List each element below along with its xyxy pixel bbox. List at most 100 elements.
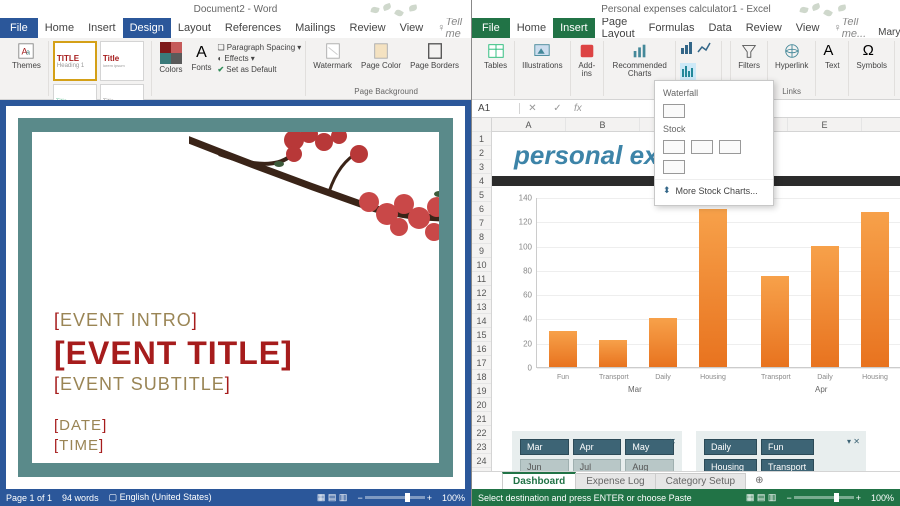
style-set[interactable]: TITLEHeading 1 — [53, 41, 97, 81]
zoom-label[interactable]: 100% — [871, 493, 894, 503]
row-header[interactable]: 4 — [472, 174, 491, 188]
paragraph-spacing[interactable]: ❏ Paragraph Spacing ▾ — [218, 43, 302, 52]
row-header[interactable]: 14 — [472, 314, 491, 328]
slicer-item[interactable]: Housing — [704, 459, 757, 471]
month-slicer[interactable]: ▾ ✕ Mar Apr May Jun Jul Aug — [512, 431, 682, 471]
tell-me[interactable]: ♀ Tell me — [430, 18, 469, 38]
slicer-item[interactable]: Jun — [520, 459, 569, 471]
tab-home[interactable]: Home — [510, 18, 553, 38]
row-header[interactable]: 8 — [472, 230, 491, 244]
tab-references[interactable]: References — [218, 18, 288, 38]
row-header[interactable]: 11 — [472, 272, 491, 286]
zoom-slider[interactable]: − + — [357, 493, 432, 503]
col-header[interactable]: A — [492, 118, 566, 131]
file-tab[interactable]: File — [472, 18, 510, 38]
tab-view[interactable]: View — [393, 18, 431, 38]
stock-chart-option[interactable] — [691, 140, 713, 154]
add-sheet-button[interactable]: ⊕ — [745, 473, 773, 488]
waterfall-chart-option[interactable] — [663, 104, 685, 118]
slicer-item[interactable]: Mar — [520, 439, 569, 455]
page-borders-button[interactable]: Page Borders — [407, 41, 462, 71]
filters-button[interactable]: Filters — [735, 41, 763, 71]
row-header[interactable]: 17 — [472, 356, 491, 370]
row-header[interactable]: 16 — [472, 342, 491, 356]
user-name[interactable]: Mary Branscombe — [873, 27, 900, 38]
row-header[interactable]: 15 — [472, 328, 491, 342]
stock-chart-option[interactable] — [719, 140, 741, 154]
colors-button[interactable]: Colors — [156, 41, 185, 75]
page-indicator[interactable]: Page 1 of 1 — [6, 493, 52, 503]
row-header[interactable]: 2 — [472, 146, 491, 160]
row-header[interactable]: 24 — [472, 454, 491, 468]
language-indicator[interactable]: ▢ English (United States) — [109, 492, 212, 503]
row-header[interactable]: 3 — [472, 160, 491, 174]
hyperlink-button[interactable]: Hyperlink — [772, 41, 811, 71]
fx-icon[interactable]: fx — [570, 103, 586, 114]
text-button[interactable]: AText — [820, 41, 844, 71]
illustrations-button[interactable]: Illustrations — [519, 41, 565, 71]
event-intro[interactable]: [Event Intro] — [54, 310, 417, 331]
tab-formulas[interactable]: Formulas — [642, 18, 702, 38]
tab-view[interactable]: View — [789, 18, 827, 38]
sheet-tab[interactable]: Category Setup — [655, 473, 747, 489]
zoom-slider[interactable]: − + — [786, 493, 861, 503]
chart-icon[interactable] — [680, 41, 694, 60]
set-default[interactable]: ✔ Set as Default — [218, 65, 302, 74]
view-icons[interactable]: ▦ ▤ ▥ — [317, 492, 348, 503]
tab-review[interactable]: Review — [343, 18, 393, 38]
file-tab[interactable]: File — [0, 18, 38, 38]
row-header[interactable]: 7 — [472, 216, 491, 230]
col-header[interactable]: E — [788, 118, 862, 131]
row-header[interactable]: 19 — [472, 384, 491, 398]
row-header[interactable]: 13 — [472, 300, 491, 314]
stock-chart-option[interactable] — [663, 160, 685, 174]
watermark-button[interactable]: Watermark — [310, 41, 355, 71]
tab-review[interactable]: Review — [739, 18, 789, 38]
event-title[interactable]: [Event Title] — [54, 335, 417, 372]
stock-chart-option[interactable] — [663, 140, 685, 154]
more-stock-charts[interactable]: ⬍More Stock Charts... — [655, 179, 773, 201]
tab-home[interactable]: Home — [38, 18, 81, 38]
row-header[interactable]: 1 — [472, 132, 491, 146]
zoom-label[interactable]: 100% — [442, 493, 465, 503]
row-header[interactable]: 6 — [472, 202, 491, 216]
tab-data[interactable]: Data — [701, 18, 738, 38]
tab-insert[interactable]: Insert — [553, 18, 595, 38]
row-header[interactable]: 9 — [472, 244, 491, 258]
themes-button[interactable]: Aa Themes — [9, 41, 44, 71]
row-header[interactable]: 12 — [472, 286, 491, 300]
tab-design[interactable]: Design — [123, 18, 171, 38]
event-time[interactable]: [Time] — [54, 437, 417, 455]
fx-enter-icon[interactable]: ✓ — [553, 103, 561, 114]
category-slicer[interactable]: ▾ ✕ Daily Fun Housing Transport — [696, 431, 866, 471]
addins-button[interactable]: Add-ins — [575, 41, 599, 79]
style-set[interactable]: Titlelorem ipsum — [100, 41, 144, 81]
row-header[interactable]: 23 — [472, 440, 491, 454]
row-header[interactable]: 18 — [472, 370, 491, 384]
slicer-item[interactable]: Daily — [704, 439, 757, 455]
sheet-tab[interactable]: Dashboard — [502, 472, 576, 489]
recommended-charts-button[interactable]: Recommended Charts — [608, 41, 671, 79]
tab-page-layout[interactable]: Page Layout — [595, 18, 642, 38]
word-count[interactable]: 94 words — [62, 493, 99, 503]
view-icons[interactable]: ▦ ▤ ▥ — [746, 492, 777, 503]
slicer-item[interactable]: Aug — [625, 459, 674, 471]
fonts-button[interactable]: AFonts — [189, 43, 215, 73]
row-header[interactable]: 5 — [472, 188, 491, 202]
name-box[interactable]: A1 — [472, 103, 520, 114]
tab-mailings[interactable]: Mailings — [288, 18, 342, 38]
row-header[interactable]: 21 — [472, 412, 491, 426]
tab-layout[interactable]: Layout — [171, 18, 218, 38]
tables-button[interactable]: Tables — [481, 41, 510, 71]
slicer-item[interactable]: Fun — [761, 439, 814, 455]
tab-insert[interactable]: Insert — [81, 18, 123, 38]
row-header[interactable]: 20 — [472, 398, 491, 412]
document-page[interactable]: [Event Intro] [Event Title] [Event Subti… — [18, 118, 453, 477]
effects-button[interactable]: ◐ Effects ▾ — [218, 54, 302, 63]
slicer-item[interactable]: Jul — [573, 459, 622, 471]
chart-icon[interactable] — [697, 41, 711, 60]
event-date[interactable]: [Date] — [54, 417, 417, 435]
event-subtitle[interactable]: [Event Subtitle] — [54, 374, 417, 395]
row-header[interactable]: 10 — [472, 258, 491, 272]
slicer-item[interactable]: Apr — [573, 439, 622, 455]
